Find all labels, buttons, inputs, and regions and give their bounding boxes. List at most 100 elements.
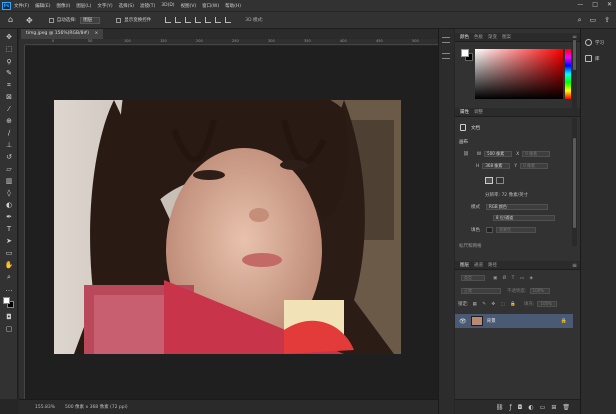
bit-depth-dropdown[interactable]: 8 位/通道 — [493, 215, 555, 221]
x-input[interactable]: 0 像素 — [522, 151, 551, 157]
layer-filter-dropdown[interactable]: 类型 — [461, 275, 485, 281]
link-layers-icon[interactable]: ⛓ — [496, 404, 504, 411]
tab-paths[interactable]: 路径 — [488, 262, 497, 268]
menu-select[interactable]: 选择(S) — [119, 3, 134, 9]
layer-background[interactable]: 👁 背景 🔒 — [455, 314, 573, 328]
layer-name[interactable]: 背景 — [487, 318, 496, 324]
tab-color[interactable]: 颜色 — [460, 34, 469, 40]
path-select-icon[interactable]: ➤ — [4, 237, 14, 245]
eraser-tool-icon[interactable]: ▱ — [4, 165, 14, 173]
trash-icon[interactable]: 🗑 — [562, 404, 570, 411]
menu-file[interactable]: 文件(F) — [14, 3, 29, 9]
dodge-tool-icon[interactable]: ◐ — [4, 201, 14, 209]
y-input[interactable]: 0 像素 — [520, 163, 549, 169]
tab-patterns[interactable]: 图案 — [502, 34, 511, 40]
document-info[interactable]: 500 像素 x 368 像素 (72 ppi) — [65, 404, 128, 410]
distribute-icon[interactable] — [225, 17, 232, 23]
frame-tool-icon[interactable]: ⊠ — [4, 93, 14, 101]
fill-dropdown[interactable]: 背景色 — [496, 227, 536, 233]
align-left-icon[interactable] — [165, 17, 172, 23]
tab-properties[interactable]: 属性 — [460, 109, 469, 115]
auto-select-dropdown[interactable]: 图层 — [80, 16, 101, 24]
landscape-orientation-icon[interactable] — [496, 177, 504, 184]
home-icon[interactable]: ⌂ — [8, 16, 16, 24]
type-tool-icon[interactable]: T — [4, 225, 14, 233]
foreground-color-swatch[interactable] — [3, 297, 10, 304]
share-icon[interactable]: ⇪ — [604, 16, 610, 25]
marquee-tool-icon[interactable]: ⬚ — [4, 45, 14, 53]
align-bottom-icon[interactable] — [215, 17, 222, 23]
color-panel-scrollbar[interactable] — [572, 38, 577, 108]
tab-channels[interactable]: 通道 — [474, 262, 483, 268]
move-tool-icon[interactable]: ✥ — [26, 16, 33, 25]
quick-select-tool-icon[interactable]: ✎ — [4, 69, 14, 77]
foreground-color-chip[interactable] — [461, 49, 469, 57]
screen-mode-icon[interactable]: ▢ — [4, 325, 14, 333]
lasso-tool-icon[interactable]: ϙ — [4, 57, 14, 65]
zoom-tool-icon[interactable]: ⌕ — [4, 273, 14, 281]
workspace-icon[interactable]: ▭ — [590, 16, 597, 25]
auto-select-checkbox[interactable] — [48, 17, 54, 23]
clone-stamp-icon[interactable]: ⊥ — [4, 141, 14, 149]
menu-type[interactable]: 文字(Y) — [97, 3, 112, 9]
align-right-icon[interactable] — [185, 17, 192, 23]
fx-icon[interactable]: ƒ — [510, 404, 512, 411]
menu-layer[interactable]: 图层(L) — [76, 3, 91, 9]
tab-swatches[interactable]: 色板 — [474, 34, 483, 40]
scrollbar-thumb[interactable] — [573, 40, 576, 70]
fill-color-swatch[interactable] — [486, 227, 493, 233]
menu-window[interactable]: 窗口(W) — [202, 3, 219, 9]
maximize-button[interactable]: □ — [592, 1, 598, 8]
search-icon[interactable]: ⌕ — [578, 16, 582, 25]
history-brush-icon[interactable]: ↺ — [4, 153, 14, 161]
hue-slider[interactable] — [565, 49, 571, 99]
adjustment-layer-icon[interactable]: ◐ — [528, 404, 533, 411]
quick-mask-icon[interactable]: ◘ — [4, 313, 14, 321]
more-tools-icon[interactable]: … — [4, 285, 14, 293]
opacity-input[interactable]: 100% — [529, 288, 550, 294]
blur-tool-icon[interactable]: ◊ — [4, 189, 14, 197]
tab-adjustments[interactable]: 调整 — [474, 109, 483, 115]
align-middle-icon[interactable] — [205, 17, 212, 23]
move-tool-icon[interactable]: ✥ — [4, 33, 14, 41]
document-tab[interactable]: timg.jpeg @ 156%(RGB/8#) × — [21, 29, 104, 39]
rulers-grids-section[interactable]: 标尺和网格 — [459, 243, 482, 249]
menu-filter[interactable]: 滤镜(T) — [140, 3, 155, 9]
learn-panel-button[interactable]: 学习 — [585, 39, 604, 46]
crop-tool-icon[interactable]: ⌗ — [4, 81, 14, 89]
document-image[interactable] — [54, 100, 401, 354]
history-panel-icon[interactable] — [442, 37, 450, 43]
menu-3d[interactable]: 3D(D) — [161, 3, 174, 8]
healing-brush-icon[interactable]: ⊕ — [4, 117, 14, 125]
link-icon[interactable]: ⛓ — [463, 152, 469, 157]
width-input[interactable]: 500 像素 — [484, 151, 513, 157]
align-top-icon[interactable] — [195, 17, 202, 23]
eyedropper-tool-icon[interactable]: ⁄ — [4, 105, 14, 113]
menu-edit[interactable]: 编辑(E) — [35, 3, 50, 9]
close-window-button[interactable]: ✕ — [607, 1, 612, 8]
menu-view[interactable]: 视图(V) — [181, 3, 197, 9]
mode-dropdown[interactable]: RGB 颜色 — [486, 204, 548, 210]
brush-tool-icon[interactable]: ∕ — [4, 129, 14, 137]
zoom-level[interactable]: 155.83% — [35, 405, 55, 410]
brush-panel-icon[interactable] — [442, 53, 450, 59]
layers-menu-icon[interactable]: ≡ — [572, 262, 577, 269]
show-transform-checkbox[interactable] — [116, 17, 122, 23]
blend-mode-dropdown[interactable]: 正常 — [461, 288, 501, 294]
libraries-panel-button[interactable]: 库 — [585, 55, 600, 62]
color-field[interactable] — [475, 49, 563, 99]
add-mask-icon[interactable]: ◘ — [518, 404, 523, 411]
scrollbar-thumb[interactable] — [573, 138, 576, 228]
menu-image[interactable]: 图像(I) — [56, 3, 70, 9]
tab-gradients[interactable]: 渐变 — [488, 34, 497, 40]
height-input[interactable]: 368 像素 — [482, 163, 511, 169]
close-tab-icon[interactable]: × — [94, 31, 98, 36]
pen-tool-icon[interactable]: ✒ — [4, 213, 14, 221]
fill-opacity-input[interactable]: 100% — [537, 301, 558, 307]
new-layer-icon[interactable]: ⊞ — [551, 404, 556, 411]
align-center-icon[interactable] — [175, 17, 182, 23]
horizontal-ruler[interactable]: 0 50 100 150 200 250 300 350 400 450 500 — [25, 39, 438, 45]
new-group-icon[interactable]: ▭ — [540, 404, 546, 411]
properties-scrollbar[interactable] — [572, 118, 577, 246]
visibility-eye-icon[interactable]: 👁 — [459, 318, 467, 325]
